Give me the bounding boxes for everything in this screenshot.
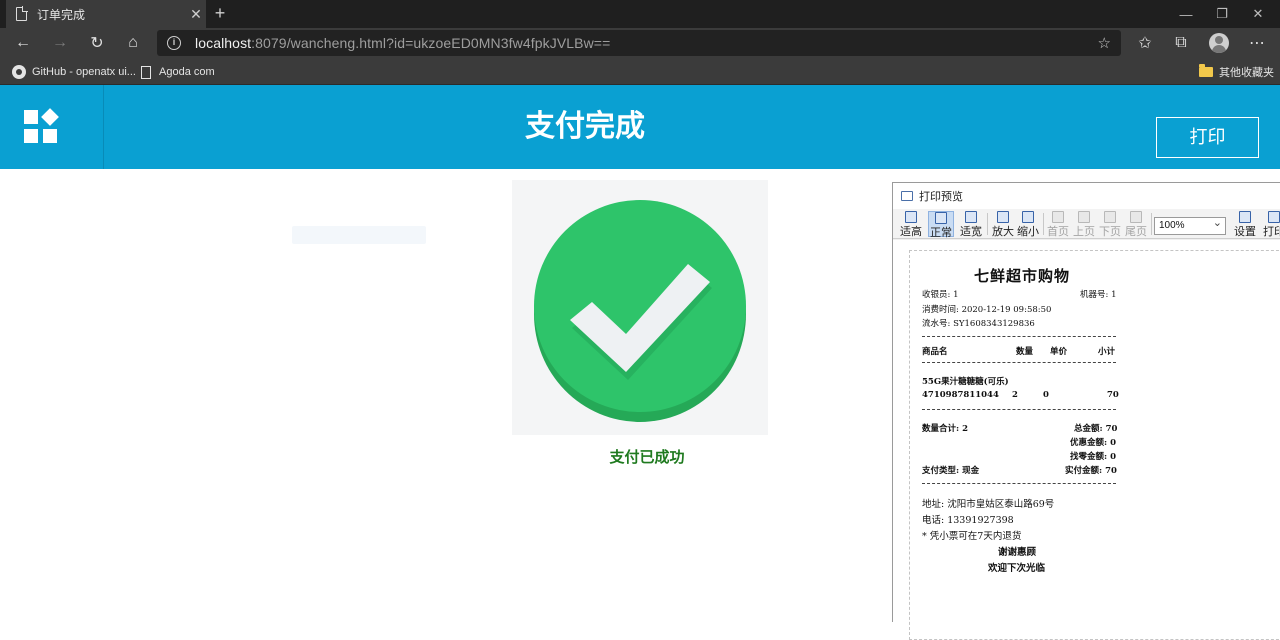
back-icon[interactable]: ← bbox=[10, 31, 36, 55]
return-note: * 凭小票可在7天内退货 bbox=[922, 531, 1022, 542]
zoom-select[interactable]: 100% bbox=[1154, 215, 1226, 235]
other-bookmarks[interactable]: 其他收藏夹 bbox=[1199, 63, 1274, 81]
divider bbox=[922, 409, 1116, 410]
bookmark-agoda[interactable]: Agoda com bbox=[141, 63, 215, 81]
item-qty: 2 bbox=[1012, 390, 1018, 400]
item-name: 55G果汁糖糖糖(可乐) bbox=[922, 377, 1009, 387]
bookmark-github[interactable]: GitHub - openatx ui... bbox=[12, 63, 136, 81]
tool-next-page[interactable]: 下页 bbox=[1097, 211, 1123, 238]
refresh-icon[interactable]: ↻ bbox=[84, 31, 110, 55]
browser-toolbar: ← → ↻ ⌂ i localhost:8079/wancheng.html?i… bbox=[0, 28, 1280, 58]
pay-type: 支付类型: 现金 bbox=[922, 466, 980, 476]
paid-amount: 实付金额: 70 bbox=[1065, 466, 1117, 476]
tool-print[interactable]: 打印 bbox=[1261, 211, 1280, 238]
serial-number: 流水号: SY1608343129836 bbox=[922, 319, 1035, 329]
discount-amount: 优惠金额: 0 bbox=[1070, 438, 1117, 448]
tab-title: 订单完成 bbox=[37, 7, 86, 22]
restore-icon[interactable]: ❐ bbox=[1204, 0, 1240, 28]
page-icon bbox=[141, 65, 151, 79]
welcome-text: 欢迎下次光临 bbox=[988, 563, 1046, 574]
tab-close-icon[interactable]: ✕ bbox=[186, 6, 206, 23]
home-icon[interactable]: ⌂ bbox=[120, 31, 146, 55]
more-menu-icon[interactable]: ⋯ bbox=[1244, 31, 1270, 55]
checkmark-icon bbox=[534, 200, 746, 422]
app-header: 支付完成 打印 bbox=[0, 85, 1280, 169]
success-image bbox=[512, 180, 768, 435]
print-button[interactable]: 打印 bbox=[1156, 117, 1259, 158]
forward-icon[interactable]: → bbox=[47, 31, 73, 55]
printer-icon bbox=[901, 191, 913, 201]
tool-fit-height[interactable]: 适高 bbox=[898, 211, 924, 238]
total-amount: 总金额: 70 bbox=[1074, 424, 1118, 434]
divider bbox=[922, 483, 1116, 484]
close-window-icon[interactable]: ✕ bbox=[1240, 0, 1276, 28]
receipt-page: 七鲜超市购物 收银员: 1 机器号: 1 消费时间: 2020-12-19 09… bbox=[909, 250, 1280, 640]
item-code: 4710987811044 bbox=[922, 390, 999, 400]
col-subtotal: 小计 bbox=[1098, 347, 1116, 357]
collections-icon[interactable]: ⧉ bbox=[1168, 31, 1194, 55]
divider bbox=[922, 336, 1116, 337]
favorites-icon[interactable]: ✩ bbox=[1132, 31, 1158, 55]
tool-normal[interactable]: 正常 bbox=[928, 211, 954, 239]
page-title: 支付完成 bbox=[525, 110, 645, 143]
address-bar[interactable]: i localhost:8079/wancheng.html?id=ukzoeE… bbox=[157, 30, 1121, 56]
info-icon[interactable]: i bbox=[167, 36, 181, 50]
tool-zoom-out[interactable]: 缩小 bbox=[1015, 211, 1041, 238]
preview-titlebar: 打印预览 bbox=[893, 183, 1280, 209]
change-amount: 找零金额: 0 bbox=[1070, 452, 1117, 462]
browser-tab[interactable]: 订单完成 ✕ bbox=[6, 0, 206, 28]
cashier: 收银员: 1 bbox=[922, 290, 959, 300]
github-icon bbox=[12, 65, 26, 79]
qty-total: 数量合计: 2 bbox=[922, 424, 969, 434]
preview-area: 七鲜超市购物 收银员: 1 机器号: 1 消费时间: 2020-12-19 09… bbox=[893, 240, 1280, 640]
success-message: 支付已成功 bbox=[609, 449, 685, 466]
store-phone: 电话: 13391927398 bbox=[922, 515, 1014, 526]
favorite-star-icon[interactable]: ☆ bbox=[1098, 34, 1111, 52]
tool-fit-width[interactable]: 适宽 bbox=[958, 211, 984, 238]
purchase-time: 消费时间: 2020-12-19 09:58:50 bbox=[922, 305, 1052, 315]
item-subtotal: 70 bbox=[1107, 390, 1119, 400]
print-preview-window: 打印预览 适高 正常 适宽 放大 缩小 首页 上页 下页 尾页 100% 设置 … bbox=[892, 182, 1280, 640]
new-tab-button[interactable]: + bbox=[210, 2, 230, 24]
col-name: 商品名 bbox=[922, 347, 948, 357]
col-price: 单价 bbox=[1050, 347, 1068, 357]
item-price: 0 bbox=[1043, 390, 1049, 400]
thanks-text: 谢谢惠顾 bbox=[998, 547, 1037, 558]
machine-number: 机器号: 1 bbox=[1080, 290, 1117, 300]
page-icon bbox=[16, 6, 28, 21]
url-text[interactable]: localhost:8079/wancheng.html?id=ukzoeED0… bbox=[195, 35, 610, 51]
bookmarks-bar: GitHub - openatx ui... Agoda com 其他收藏夹 bbox=[0, 58, 1280, 85]
tool-settings[interactable]: 设置 bbox=[1232, 211, 1258, 238]
browser-tab-strip: 订单完成 ✕ + — ❐ ✕ bbox=[0, 0, 1280, 28]
divider bbox=[922, 362, 1116, 363]
preview-toolbar: 适高 正常 适宽 放大 缩小 首页 上页 下页 尾页 100% 设置 打印 bbox=[893, 209, 1280, 239]
tool-zoom-in[interactable]: 放大 bbox=[990, 211, 1016, 238]
faint-placeholder bbox=[292, 226, 426, 244]
store-name: 七鲜超市购物 bbox=[974, 267, 1071, 285]
tool-prev-page[interactable]: 上页 bbox=[1071, 211, 1097, 238]
tool-first-page[interactable]: 首页 bbox=[1045, 211, 1071, 238]
store-address: 地址: 沈阳市皇姑区泰山路69号 bbox=[922, 499, 1055, 510]
profile-avatar[interactable] bbox=[1209, 33, 1229, 53]
tool-last-page[interactable]: 尾页 bbox=[1123, 211, 1149, 238]
col-qty: 数量 bbox=[1016, 347, 1034, 357]
folder-icon bbox=[1199, 64, 1213, 77]
minimize-icon[interactable]: — bbox=[1168, 0, 1204, 28]
